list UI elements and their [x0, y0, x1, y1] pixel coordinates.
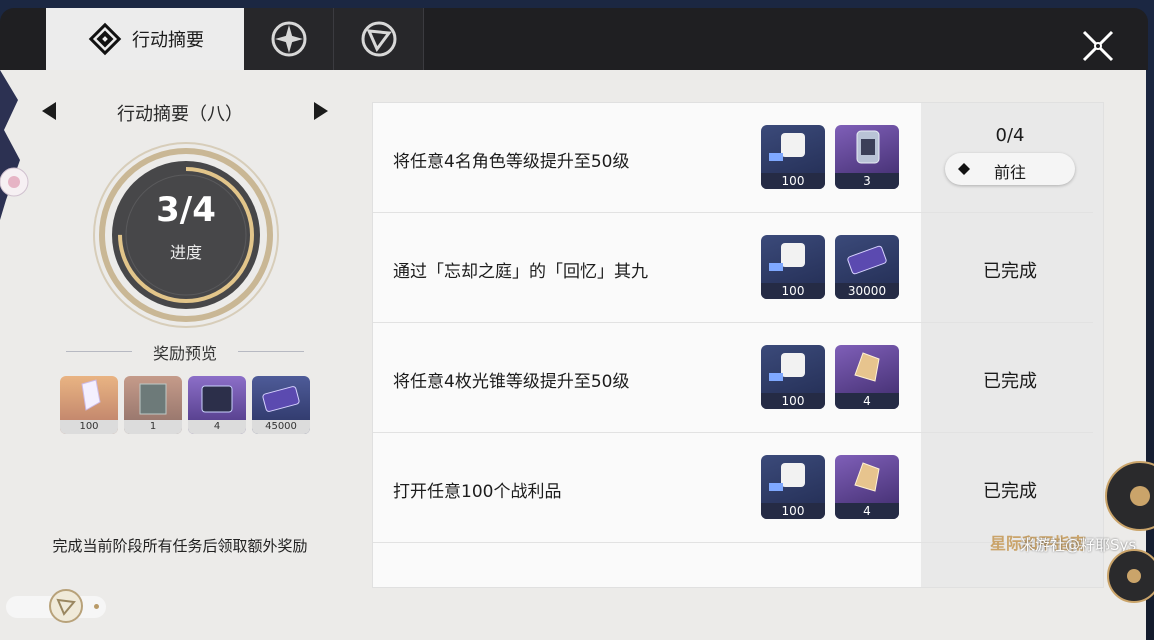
divider [238, 351, 304, 352]
reward-preview-header: 奖励预览 [60, 338, 310, 363]
trailblaze-exp-icon[interactable]: 100 [761, 125, 825, 189]
chip-shape [139, 383, 167, 415]
reward-count: 45000 [252, 420, 310, 434]
task-row: 通过「忘却之庭」的「回忆」其九 100 30000 已完成 [373, 213, 1093, 323]
tab-label: 行动摘要 [132, 30, 204, 51]
progress-label: 进度 [169, 243, 202, 262]
exp-shape [769, 133, 805, 161]
reward-count: 4 [835, 503, 899, 519]
exp-shape [769, 463, 805, 491]
task-status: 已完成 [983, 481, 1037, 502]
divider [373, 542, 1093, 543]
material-chip-icon[interactable]: 1 [124, 376, 182, 434]
task-text: 将任意4名角色等级提升至50级 [393, 152, 630, 172]
jade-shape [81, 379, 101, 411]
trailblaze-exp-icon[interactable]: 100 [761, 235, 825, 299]
refine-aether-icon[interactable]: 4 [835, 455, 899, 519]
trailblaze-exp-icon[interactable]: 100 [761, 455, 825, 519]
reward-count: 100 [761, 173, 825, 189]
tab-action-summary[interactable]: 行动摘要 [46, 8, 244, 70]
trailblaze-exp-icon[interactable]: 100 [761, 345, 825, 409]
extra-reward-note: 完成当前阶段所有任务后领取额外奖励 [52, 537, 308, 555]
goto-button[interactable]: 前往 [945, 153, 1075, 185]
credit-icon[interactable]: 45000 [252, 376, 310, 434]
reward-count: 3 [835, 173, 899, 189]
task-status: 已完成 [983, 371, 1037, 392]
reward-count: 30000 [835, 283, 899, 299]
credit-shape [847, 245, 887, 275]
reward-count: 100 [60, 420, 118, 434]
decorative-ribbon-icon [0, 70, 29, 220]
aether-shape [854, 352, 880, 382]
fuel-icon[interactable]: 3 [835, 125, 899, 189]
progress-value: 3/4 [156, 190, 216, 230]
summary-icon [88, 22, 122, 56]
task-text: 打开任意100个战利品 [393, 482, 562, 502]
reward-count: 100 [761, 503, 825, 519]
task-progress: 0/4 [995, 125, 1025, 146]
task-row: 将任意4枚光锥等级提升至50级 100 4 已完成 [373, 323, 1093, 433]
close-icon[interactable] [1078, 26, 1118, 66]
dial-ring [93, 142, 279, 328]
star-rail-icon [271, 21, 306, 57]
task-text: 将任意4枚光锥等级提升至50级 [393, 372, 630, 392]
decorative-flower-icon [1105, 461, 1154, 603]
reward-count: 100 [761, 393, 825, 409]
reward-count: 1 [124, 420, 182, 434]
dot-indicator [94, 604, 99, 609]
fuel-shape [856, 130, 880, 164]
main-panel: 行动摘要（八） 3/4 进度 奖励预览 100 1 4 45000 完成当前阶段… [0, 70, 1146, 640]
book-shape [201, 385, 233, 413]
task-row: 将任意4名角色等级提升至50级 100 3 0/4 前往 [373, 103, 1093, 213]
compass-badge-icon [49, 589, 83, 623]
stage-title: 行动摘要（八） [117, 104, 243, 125]
task-text: 通过「忘却之庭」的「回忆」其九 [393, 262, 648, 282]
tab-compass[interactable] [334, 8, 424, 70]
task-list: 将任意4名角色等级提升至50级 100 3 0/4 前往 通过「忘却之庭」的「回… [372, 102, 1104, 588]
previous-stage-icon[interactable] [38, 100, 60, 122]
next-stage-icon[interactable] [310, 100, 332, 122]
credit-shape [262, 386, 300, 412]
tab-star-rail[interactable] [244, 8, 334, 70]
exp-shape [769, 243, 805, 271]
refine-aether-icon[interactable]: 4 [835, 345, 899, 409]
exp-shape [769, 353, 805, 381]
reward-preview-title: 奖励预览 [152, 344, 217, 363]
progress-dial: 3/4 进度 [86, 135, 286, 335]
aether-shape [854, 462, 880, 492]
reward-count: 4 [188, 420, 246, 434]
goto-label: 前往 [993, 163, 1026, 182]
tab-bar: 行动摘要 [0, 8, 1148, 70]
compass-icon [361, 21, 396, 57]
stage-panel: 行动摘要（八） 3/4 进度 奖励预览 100 1 4 45000 完成当前阶段… [0, 70, 360, 640]
reward-count: 4 [835, 393, 899, 409]
task-status: 已完成 [983, 261, 1037, 282]
stellar-jade-icon[interactable]: 100 [60, 376, 118, 434]
exp-book-icon[interactable]: 4 [188, 376, 246, 434]
reward-count: 100 [761, 283, 825, 299]
credit-icon[interactable]: 30000 [835, 235, 899, 299]
claim-toggle[interactable] [6, 589, 106, 623]
task-row: 打开任意100个战利品 100 4 已完成 [373, 433, 1093, 543]
